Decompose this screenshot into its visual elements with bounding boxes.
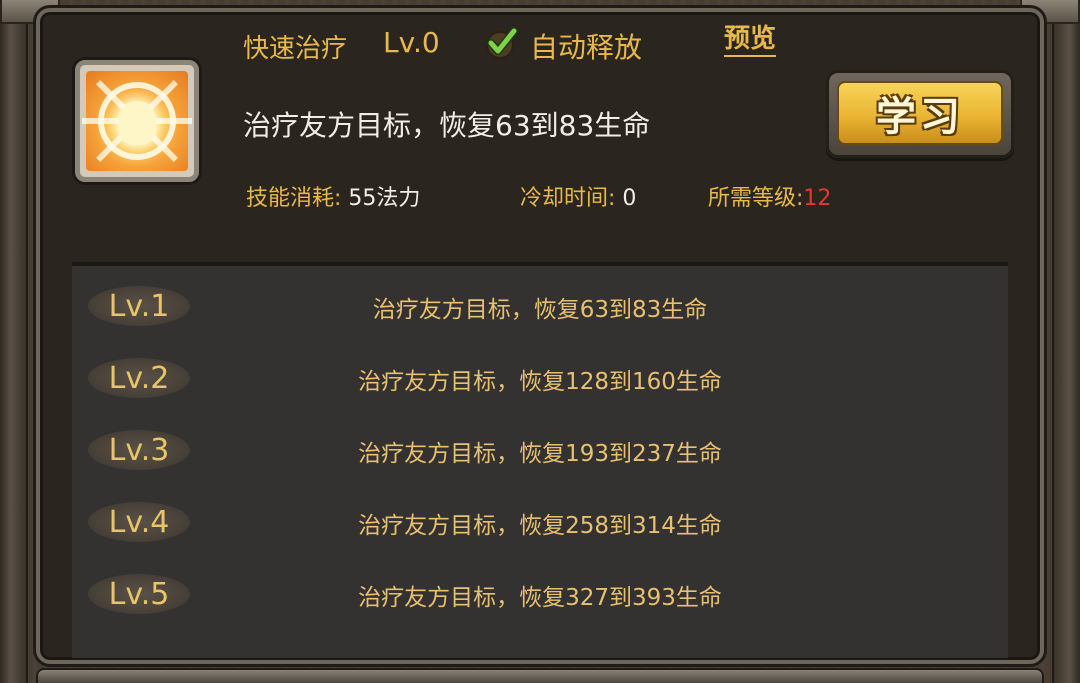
auto-release-label[interactable]: 自动释放 <box>530 26 642 66</box>
auto-release-checkbox[interactable] <box>484 27 520 59</box>
level-row: Lv.3 治疗友方目标，恢复193到237生命 <box>72 412 1008 484</box>
level-row: Lv.1 治疗友方目标，恢复63到83生命 <box>72 268 1008 340</box>
required-level-value: 12 <box>803 186 832 211</box>
level-description: 治疗友方目标，恢复193到237生命 <box>358 441 722 467</box>
mana-cost-stat: 技能消耗: 55法力 <box>246 180 420 212</box>
frame-bottom-bar <box>36 668 1044 683</box>
learn-button[interactable]: 学习 <box>826 70 1014 158</box>
frame-right-border <box>1052 0 1080 683</box>
level-row: Lv.2 治疗友方目标，恢复128到160生命 <box>72 340 1008 412</box>
level-row: Lv.4 治疗友方目标，恢复258到314生命 <box>72 484 1008 556</box>
cooldown-value: 0 <box>615 186 637 211</box>
mana-cost-value: 55法力 <box>341 186 421 211</box>
level-description: 治疗友方目标，恢复63到83生命 <box>372 297 708 323</box>
level-list[interactable]: Lv.1 治疗友方目标，恢复63到83生命 Lv.2 治疗友方目标，恢复128到… <box>72 266 1008 658</box>
level-row: Lv.5 治疗友方目标，恢复327到393生命 <box>72 556 1008 628</box>
cooldown-stat: 冷却时间: 0 <box>520 180 636 212</box>
skill-level: Lv.0 <box>383 26 440 59</box>
preview-link[interactable]: 预览 <box>724 24 777 57</box>
checkmark-icon <box>486 27 518 59</box>
healing-hand-icon[interactable] <box>75 60 199 182</box>
level-description: 治疗友方目标，恢复258到314生命 <box>358 513 722 539</box>
game-frame: 快速治疗 Lv.0 自动释放 预览 治疗友方目标，恢复63到83生命 学习 技能… <box>0 0 1080 683</box>
required-level-stat: 所需等级:12 <box>708 180 831 212</box>
level-description: 治疗友方目标，恢复327到393生命 <box>358 585 722 611</box>
mana-cost-label: 技能消耗: <box>246 186 342 211</box>
skill-name: 快速治疗 <box>243 34 348 64</box>
skill-description: 治疗友方目标，恢复63到83生命 <box>243 109 651 142</box>
level-description: 治疗友方目标，恢复128到160生命 <box>358 369 722 395</box>
frame-left-border <box>0 0 28 683</box>
learn-button-label: 学习 <box>876 94 964 140</box>
cooldown-label: 冷却时间: <box>520 186 616 211</box>
required-level-label: 所需等级: <box>708 186 804 211</box>
